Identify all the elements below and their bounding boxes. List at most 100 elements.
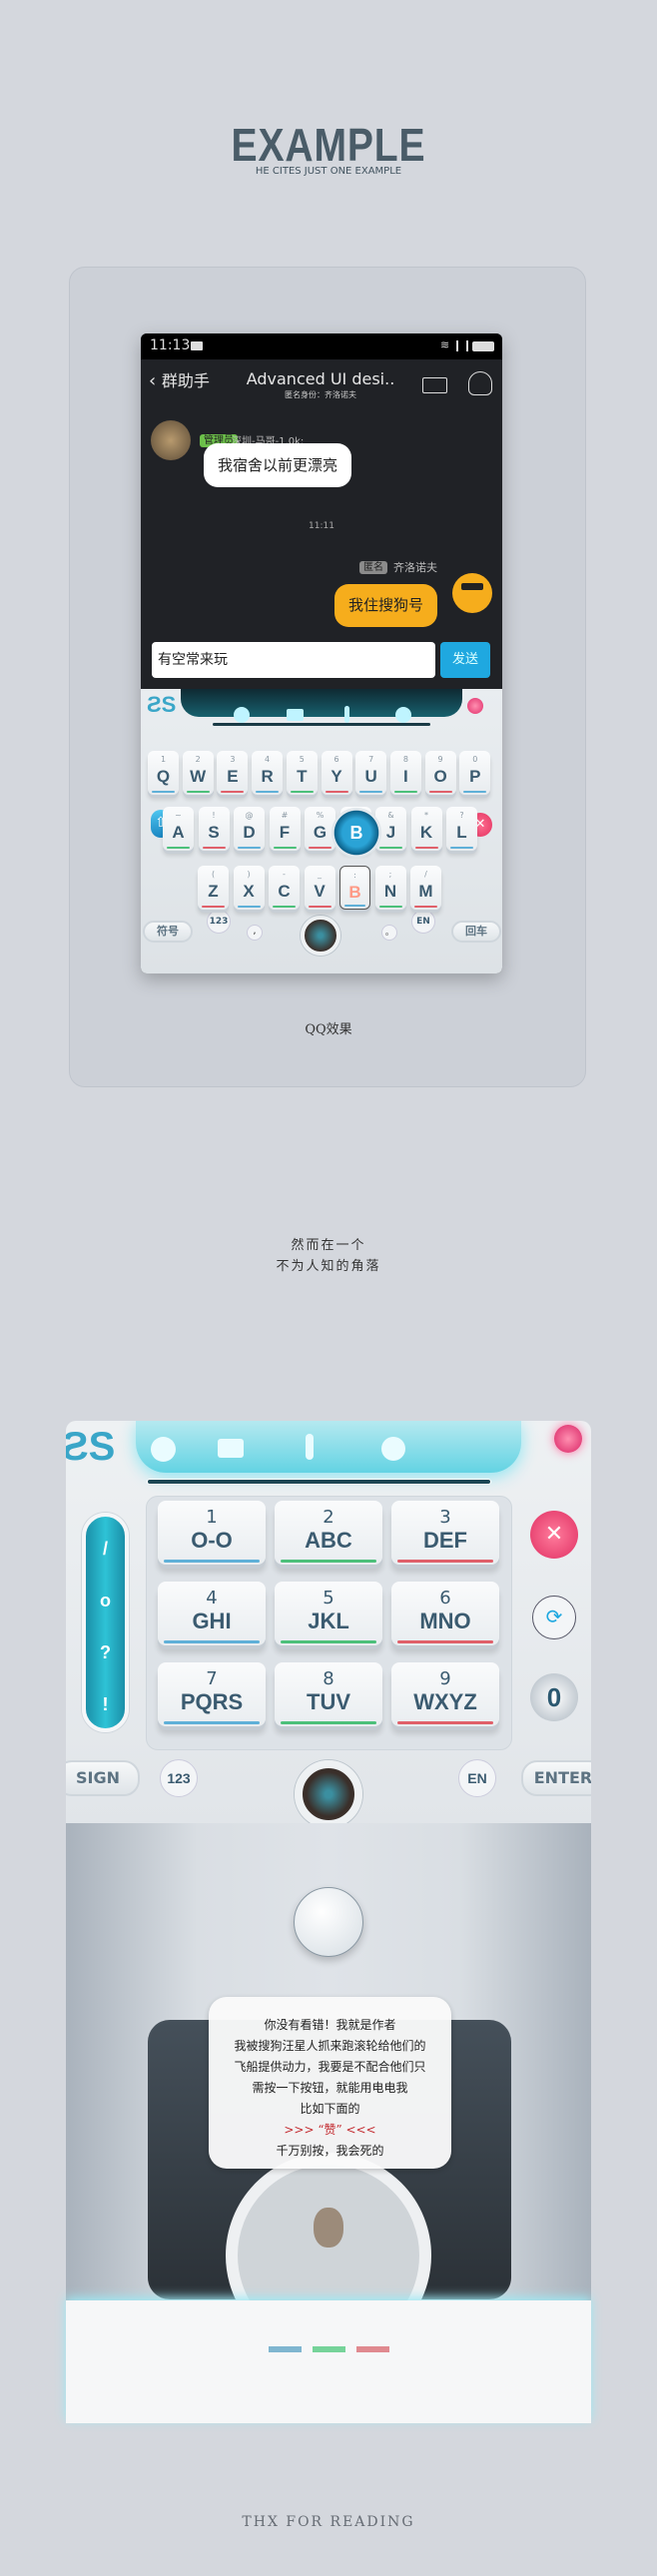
punctuation-key[interactable]: ? [86,1642,125,1663]
keypad-key-5[interactable]: 5 JKL [275,1582,382,1645]
cursor-move-icon[interactable] [306,1434,314,1460]
chat-title: Advanced UI desi.. [246,369,395,388]
key-light [281,1640,376,1643]
punctuation-slider[interactable]: / o?! [82,1513,129,1732]
symbol-key[interactable]: 符号 [143,921,193,943]
emoji-icon[interactable] [234,707,250,723]
key-letters: O-O [191,1528,233,1553]
enter-key[interactable]: 回车 [451,921,501,943]
delete-key[interactable]: ✕ [530,1511,578,1559]
keypad-key-9[interactable]: 9 WXYZ [391,1662,499,1726]
language-key[interactable]: EN [411,910,435,934]
key-v[interactable]: _ V [304,866,335,910]
key-b[interactable]: :B [339,866,370,910]
keyboard-icon[interactable] [218,1439,244,1458]
microphone-button[interactable] [301,916,340,956]
profile-card-icon[interactable] [422,377,447,393]
avatar[interactable] [151,420,191,460]
intro-line: 不为人知的角落 [276,1259,381,1274]
num-key[interactable]: 123 [207,910,231,934]
key-secondary: 2 [195,755,201,764]
key-secondary: ( [211,870,216,879]
like-link[interactable]: >>> “赞” <<< [209,2120,451,2141]
key-letter: K [419,823,433,842]
keypad-key-1[interactable]: 1 O-O [158,1501,266,1565]
key-e[interactable]: 3E [217,751,249,795]
key-secondary: % [316,811,325,820]
message-timestamp: 11:11 [309,521,334,531]
key-r[interactable]: 4R [252,751,284,795]
sign-key[interactable]: SIGN [66,1760,140,1796]
toggle-switch[interactable] [554,1425,582,1453]
settings-gear-icon[interactable] [381,1437,405,1461]
key-l[interactable]: ? L [446,807,477,851]
signal-icon [456,340,468,351]
punctuation-key[interactable]: o [86,1591,125,1611]
key-light [463,791,487,793]
phone-screen: 11:13 ≋ ‹ 群助手 Advanced UI desi.. 匿名身份：齐洛… [141,333,502,973]
key-f[interactable]: # F [269,807,301,851]
group-members-icon[interactable] [468,371,492,395]
key-light [359,791,383,793]
key-x[interactable]: ) X [233,866,265,910]
key-k[interactable]: * K [410,807,442,851]
key-m[interactable]: / M [410,866,441,910]
key-secondary: 0 [472,755,478,764]
key-secondary: ? [459,811,464,820]
key-secondary: ; [388,870,392,879]
key-y[interactable]: 6Y [321,751,352,795]
power-knob[interactable] [294,1887,363,1957]
enter-key[interactable]: ENTER [521,1760,591,1796]
refresh-icon[interactable]: ⟳ [532,1596,576,1639]
logo: ƧS [66,1425,116,1469]
punctuation-key[interactable]: / [86,1539,125,1560]
keypad-key-6[interactable]: 6 MNO [391,1582,499,1645]
speech-line: 千万别按，我会死的 [276,2144,384,2158]
key-letters: TUV [307,1689,350,1714]
key-d[interactable]: @ D [234,807,265,851]
settings-gear-icon[interactable] [395,707,411,723]
punctuation-key[interactable]: ! [86,1694,125,1715]
key-q[interactable]: 1Q [148,751,179,795]
key-p[interactable]: 0P [459,751,491,795]
key-light [397,1640,493,1643]
key-c[interactable]: -C [269,866,300,910]
sunglasses-icon [461,583,483,590]
cursor-move-icon[interactable] [344,706,349,723]
language-key[interactable]: EN [458,1759,496,1797]
key-letter: R [261,767,274,786]
keypad-key-3[interactable]: 3 DEF [391,1501,499,1565]
key-u[interactable]: 7U [355,751,387,795]
key-secondary: 4 [265,755,271,764]
send-button[interactable]: 发送 [440,642,490,678]
key-o[interactable]: 9O [424,751,456,795]
key-a[interactable]: ~ A [163,807,194,851]
key-w[interactable]: 2W [182,751,214,795]
keypad-key-2[interactable]: 2 ABC [275,1501,382,1565]
key-s[interactable]: ! S [198,807,230,851]
back-button[interactable]: ‹ 群助手 [149,367,210,391]
sender-name: 齐洛诺夫 [393,561,437,574]
key-light [256,791,280,793]
toggle-switch[interactable] [467,698,483,714]
logo: ƧS [147,692,177,717]
key-letter: A [172,823,185,842]
key-z[interactable]: (Z [198,866,229,910]
zero-key[interactable]: 0 [530,1673,578,1721]
microphone-button[interactable] [295,1760,362,1823]
key-n[interactable]: ; N [374,866,406,910]
comma-key[interactable]: , [247,925,263,941]
keypad-key-7[interactable]: 7 PQRS [158,1662,266,1726]
avatar-cat[interactable] [452,573,492,613]
message-input[interactable]: 有空常来玩 [152,642,435,678]
key-t[interactable]: 5T [286,751,318,795]
keypad-key-4[interactable]: 4 GHI [158,1582,266,1645]
keyboard-icon[interactable] [287,709,304,721]
num-key[interactable]: 123 [160,1759,198,1797]
keyboard: ƧS ⇧ ✕ 符号 123 , 。 EN 回车 B 1Q2W3E4R5T6Y7U… [141,689,502,973]
period-key[interactable]: 。 [381,925,397,941]
key-i[interactable]: 8I [389,751,421,795]
keypad-key-8[interactable]: 8 TUV [275,1662,382,1726]
key-light [379,847,402,849]
emoji-icon[interactable] [151,1437,176,1462]
